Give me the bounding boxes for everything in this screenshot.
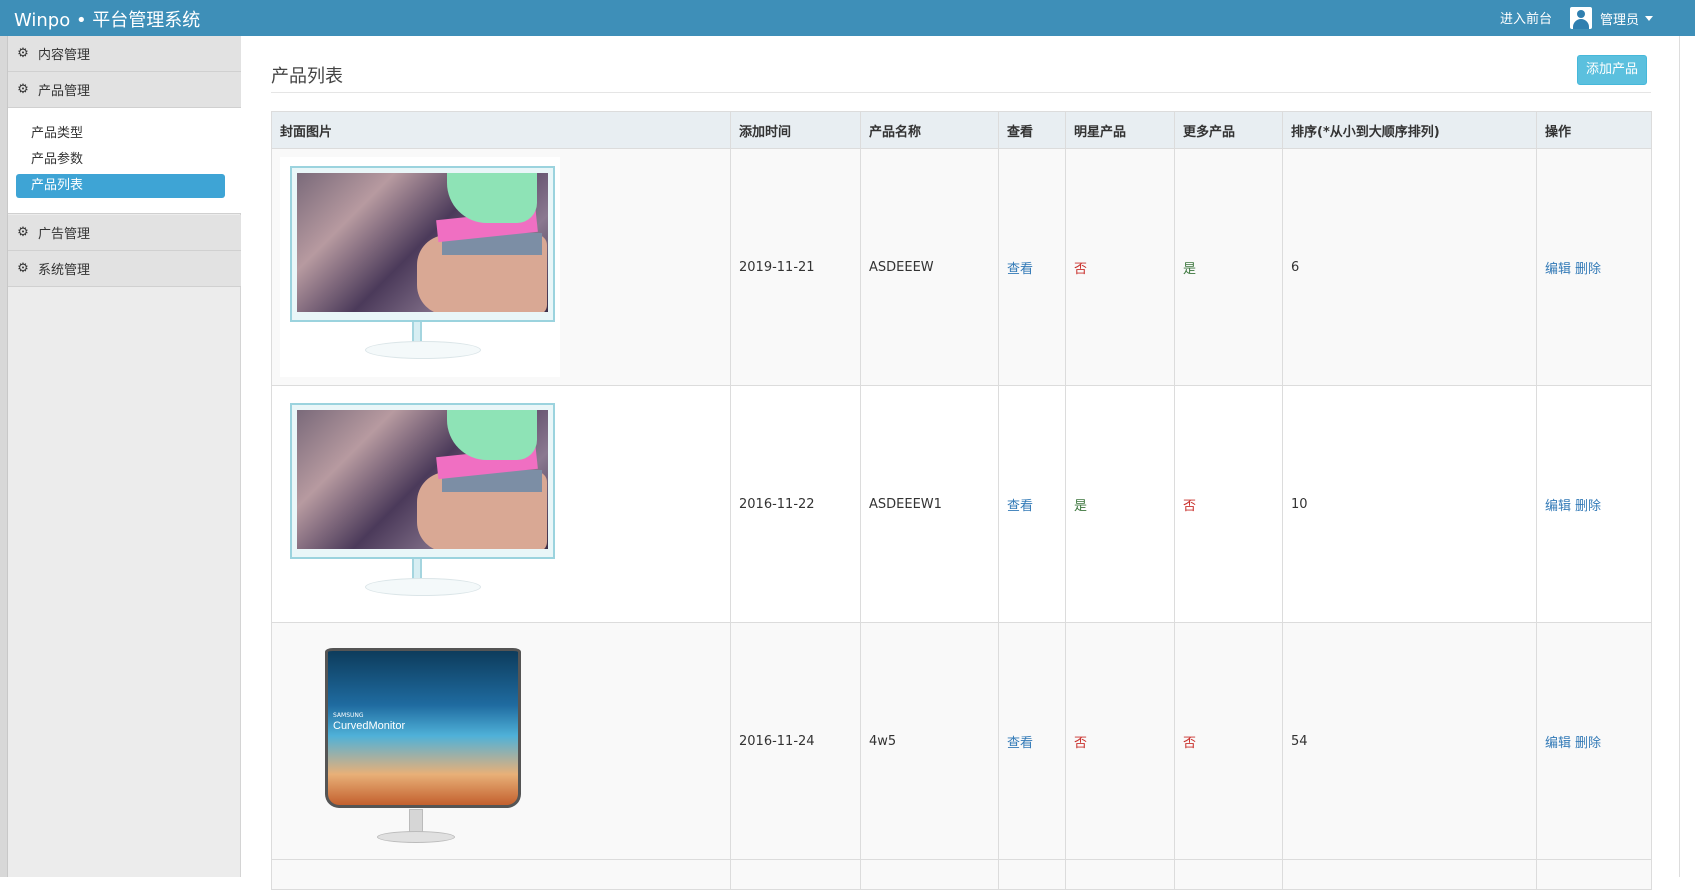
column-header-cover: 封面图片 — [271, 111, 731, 149]
table-row — [271, 859, 1652, 890]
star-flag[interactable]: 是 — [1074, 499, 1087, 514]
sidebar-group-label: 广告管理 — [38, 227, 91, 242]
edit-link[interactable]: 编辑 — [1545, 736, 1571, 751]
sidebar-item-product-params[interactable]: 产品参数 — [16, 148, 225, 172]
column-header-date: 添加时间 — [730, 111, 861, 149]
column-header-star: 明星产品 — [1065, 111, 1175, 149]
column-header-more: 更多产品 — [1174, 111, 1283, 149]
table-row: SAMSUNG CurvedMonitor 2016-11-24 4w5 查看 … — [271, 622, 1652, 860]
main-content: 产品列表 添加产品 封面图片 添加时间 产品名称 查看 明星产品 更多产品 排序… — [241, 36, 1679, 890]
sidebar-group-ads[interactable]: ⚙ 广告管理 — [8, 215, 241, 251]
scroll-gutter — [1679, 36, 1695, 877]
order-cell: 54 — [1282, 622, 1537, 860]
view-link[interactable]: 查看 — [1007, 499, 1033, 514]
date-cell: 2016-11-24 — [730, 622, 861, 860]
column-header-order: 排序(*从小到大顺序排列) — [1282, 111, 1537, 149]
view-link[interactable]: 查看 — [1007, 736, 1033, 751]
sidebar-edge — [0, 36, 8, 877]
date-cell: 2016-11-22 — [730, 385, 861, 623]
table-row: 2016-11-22 ASDEEEW1 查看 是 否 10 编辑 删除 — [271, 385, 1652, 623]
column-header-name: 产品名称 — [860, 111, 999, 149]
gear-icon: ⚙ — [17, 45, 29, 61]
brand-title[interactable]: Winpo • 平台管理系统 — [14, 6, 200, 32]
top-navbar: Winpo • 平台管理系统 进入前台 管理员 — [0, 0, 1695, 36]
delete-link[interactable]: 删除 — [1575, 499, 1601, 514]
edit-link[interactable]: 编辑 — [1545, 262, 1571, 277]
products-submenu: 产品类型 产品参数 产品列表 — [8, 108, 241, 214]
column-header-actions: 操作 — [1536, 111, 1652, 149]
star-flag[interactable]: 否 — [1074, 262, 1087, 277]
cover-brand: SAMSUNG — [333, 712, 364, 719]
cover-cell — [271, 385, 731, 623]
sidebar-group-content[interactable]: ⚙ 内容管理 — [8, 36, 241, 72]
sidebar-group-label: 系统管理 — [38, 263, 91, 278]
cover-cell: SAMSUNG CurvedMonitor — [271, 622, 731, 860]
divider — [271, 92, 1651, 93]
delete-link[interactable]: 删除 — [1575, 736, 1601, 751]
user-name: 管理员 — [1600, 12, 1640, 28]
sidebar-item-product-list[interactable]: 产品列表 — [16, 174, 225, 198]
sidebar-item-product-types[interactable]: 产品类型 — [16, 122, 225, 146]
more-flag[interactable]: 否 — [1183, 736, 1196, 751]
order-cell: 6 — [1282, 148, 1537, 386]
avatar-icon — [1570, 7, 1592, 29]
name-cell: 4w5 — [860, 622, 999, 860]
enter-frontend-link[interactable]: 进入前台 — [1500, 8, 1552, 27]
cover-image: SAMSUNG CurvedMonitor — [280, 631, 560, 851]
table-row: 2019-11-21 ASDEEEW 查看 否 是 6 编辑 删除 — [271, 148, 1652, 386]
edit-link[interactable]: 编辑 — [1545, 499, 1571, 514]
cover-label: CurvedMonitor — [333, 720, 406, 732]
name-cell: ASDEEEW1 — [860, 385, 999, 623]
caret-down-icon — [1645, 15, 1654, 21]
cover-image — [280, 394, 560, 614]
add-product-button[interactable]: 添加产品 — [1577, 55, 1647, 85]
column-header-view: 查看 — [998, 111, 1066, 149]
name-cell: ASDEEEW — [860, 148, 999, 386]
sidebar-group-system[interactable]: ⚙ 系统管理 — [8, 251, 241, 287]
gear-icon: ⚙ — [17, 81, 29, 97]
delete-link[interactable]: 删除 — [1575, 262, 1601, 277]
sidebar-group-products[interactable]: ⚙ 产品管理 — [8, 72, 241, 108]
page-title: 产品列表 — [271, 66, 343, 87]
order-cell: 10 — [1282, 385, 1537, 623]
view-link[interactable]: 查看 — [1007, 262, 1033, 277]
sidebar-group-label: 产品管理 — [38, 84, 91, 99]
product-table: 封面图片 添加时间 产品名称 查看 明星产品 更多产品 排序(*从小到大顺序排列… — [271, 111, 1652, 890]
gear-icon: ⚙ — [17, 224, 29, 240]
table-header-row: 封面图片 添加时间 产品名称 查看 明星产品 更多产品 排序(*从小到大顺序排列… — [271, 111, 1652, 149]
sidebar-group-label: 内容管理 — [38, 48, 91, 63]
gear-icon: ⚙ — [17, 260, 29, 276]
user-menu[interactable]: 管理员 — [1570, 6, 1654, 30]
more-flag[interactable]: 是 — [1183, 262, 1196, 277]
cover-cell — [271, 148, 731, 386]
cover-image — [280, 157, 560, 377]
more-flag[interactable]: 否 — [1183, 499, 1196, 514]
date-cell: 2019-11-21 — [730, 148, 861, 386]
star-flag[interactable]: 否 — [1074, 736, 1087, 751]
